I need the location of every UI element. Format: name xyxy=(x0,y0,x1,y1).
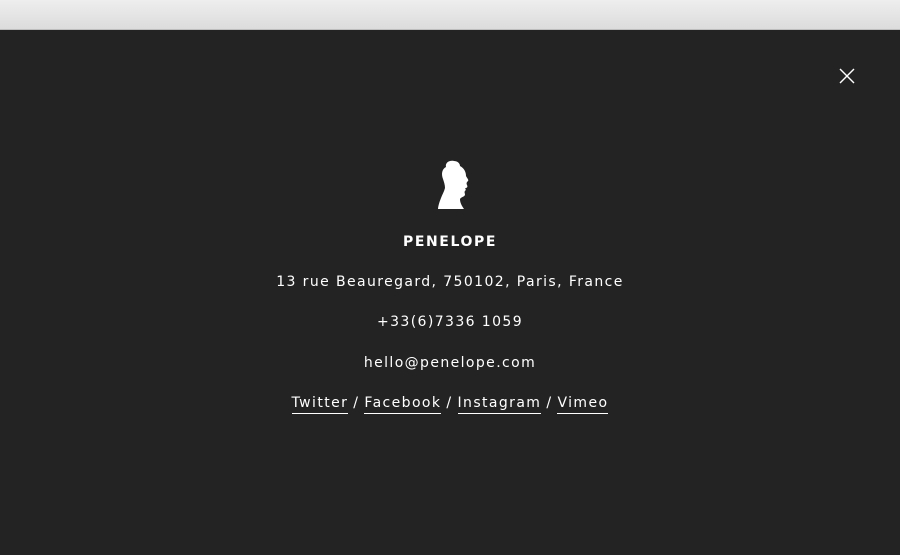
contact-email[interactable]: hello@penelope.com xyxy=(0,353,900,373)
social-links: Twitter / Facebook / Instagram / Vimeo xyxy=(0,393,900,414)
woman-silhouette-icon xyxy=(438,160,469,209)
close-button[interactable] xyxy=(836,66,858,88)
twitter-link[interactable]: Twitter xyxy=(291,395,349,414)
facebook-link[interactable]: Facebook xyxy=(364,395,442,414)
social-separator: / xyxy=(446,395,453,411)
contact-phone[interactable]: +33(6)7336 1059 xyxy=(0,312,900,332)
social-separator: / xyxy=(546,395,553,411)
avatar xyxy=(436,160,472,210)
social-separator: / xyxy=(353,395,360,411)
contact-name: PENELOPE xyxy=(402,234,498,250)
instagram-link[interactable]: Instagram xyxy=(457,395,542,414)
close-icon xyxy=(839,68,855,84)
contact-overlay: PENELOPE 13 rue Beauregard, 750102, Pari… xyxy=(0,30,900,555)
vimeo-link[interactable]: Vimeo xyxy=(557,395,609,414)
contact-address: 13 rue Beauregard, 750102, Paris, France xyxy=(276,274,624,290)
browser-top-bar xyxy=(0,0,900,30)
